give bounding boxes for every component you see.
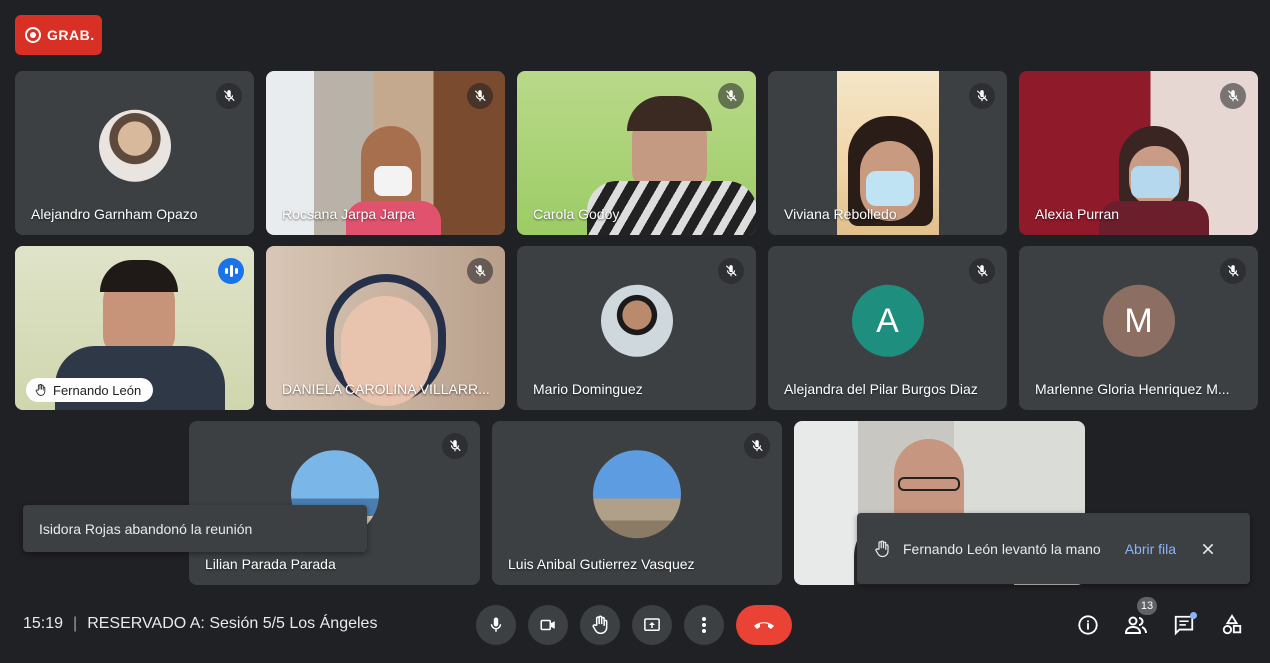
participant-tile[interactable]: Luis Anibal Gutierrez Vasquez (492, 421, 782, 585)
participant-name: Carola Godoy (533, 206, 620, 222)
hand-icon (35, 383, 46, 396)
avatar (593, 450, 681, 539)
raise-hand-button[interactable] (580, 605, 620, 645)
left-notification-text: Isidora Rojas abandonó la reunión (39, 520, 253, 537)
recording-label: GRAB. (47, 27, 95, 43)
avatar: A (851, 284, 924, 357)
participant-name: Fernando León (53, 382, 142, 398)
participant-name: Alejandro Garnham Opazo (31, 206, 198, 222)
recording-badge: GRAB. (15, 15, 102, 55)
mic-off-icon (467, 258, 493, 284)
participant-tile[interactable]: Rocsana Jarpa Jarpa (266, 71, 505, 235)
close-icon[interactable] (1200, 541, 1216, 557)
mic-off-icon (744, 433, 770, 459)
leave-call-button[interactable] (736, 605, 792, 645)
participant-name: Alejandra del Pilar Burgos Diaz (784, 381, 978, 397)
mic-icon (490, 617, 502, 632)
record-icon (25, 27, 41, 43)
avatar (600, 284, 673, 357)
open-queue-button[interactable]: Abrir fila (1125, 541, 1176, 557)
present-button[interactable] (632, 605, 672, 645)
participant-tile[interactable]: A Alejandra del Pilar Burgos Diaz (768, 246, 1007, 410)
meeting-details: 15:19 | RESERVADO A: Sesión 5/5 Los Ánge… (23, 615, 377, 633)
more-icon (702, 617, 706, 633)
info-icon[interactable] (1075, 612, 1101, 638)
participant-count-badge: 13 (1137, 597, 1157, 615)
people-icon[interactable] (1123, 612, 1149, 638)
mic-off-icon (1220, 258, 1246, 284)
meeting-time: 15:19 (23, 615, 64, 632)
participant-tile[interactable]: M Marlenne Gloria Henriquez M... (1019, 246, 1258, 410)
participant-name: Marlenne Gloria Henriquez M... (1035, 381, 1230, 397)
participant-tile-speaking[interactable]: Fernando León (15, 246, 254, 410)
camera-button[interactable] (528, 605, 568, 645)
chat-icon[interactable] (1171, 612, 1197, 638)
participant-name: Alexia Purran (1035, 206, 1120, 222)
left-notification: Isidora Rojas abandonó la reunión (23, 505, 367, 552)
mic-off-icon (1220, 83, 1246, 109)
participant-name: DANIELA CAROLINA VILLARR... (282, 381, 490, 397)
hand-raised-notification: Fernando León levantó la mano Abrir fila (857, 513, 1250, 584)
participant-tile[interactable]: DANIELA CAROLINA VILLARR... (266, 246, 505, 410)
hangup-icon (754, 622, 774, 629)
mic-off-icon (442, 433, 468, 459)
present-icon (644, 618, 660, 631)
activities-icon[interactable] (1219, 612, 1245, 638)
speaking-icon (218, 258, 244, 284)
participant-tile[interactable]: Lilian Parada Parada (189, 421, 480, 585)
participant-name: Lilian Parada Parada (205, 556, 336, 572)
chat-notification-dot (1190, 612, 1197, 619)
avatar: M (1102, 284, 1175, 357)
mic-off-icon (969, 83, 995, 109)
participant-name: Mario Dominguez (533, 381, 643, 397)
mic-off-icon (718, 258, 744, 284)
participant-tile[interactable]: Alejandro Garnham Opazo (15, 71, 254, 235)
mic-off-icon (467, 83, 493, 109)
notification-text: Fernando León levantó la mano (903, 540, 1101, 557)
more-options-button[interactable] (684, 605, 724, 645)
avatar (98, 109, 171, 182)
camera-icon (540, 619, 555, 631)
mic-off-icon (718, 83, 744, 109)
meeting-title: RESERVADO A: Sesión 5/5 Los Ángeles (87, 615, 378, 632)
raised-hand-chip: Fernando León (26, 378, 154, 402)
participant-name: Luis Anibal Gutierrez Vasquez (508, 556, 695, 572)
mic-off-icon (216, 83, 242, 109)
mic-button[interactable] (476, 605, 516, 645)
participant-tile[interactable]: Mario Dominguez (517, 246, 756, 410)
mic-off-icon (969, 258, 995, 284)
hand-icon (875, 540, 889, 557)
separator: | (73, 615, 78, 632)
participant-tile[interactable]: Alexia Purran (1019, 71, 1258, 235)
participant-name: Viviana Rebolledo (784, 206, 897, 222)
participant-name: Rocsana Jarpa Jarpa (282, 206, 416, 222)
participant-tile[interactable]: Viviana Rebolledo (768, 71, 1007, 235)
hand-icon (592, 615, 608, 635)
participant-tile[interactable]: Carola Godoy (517, 71, 756, 235)
